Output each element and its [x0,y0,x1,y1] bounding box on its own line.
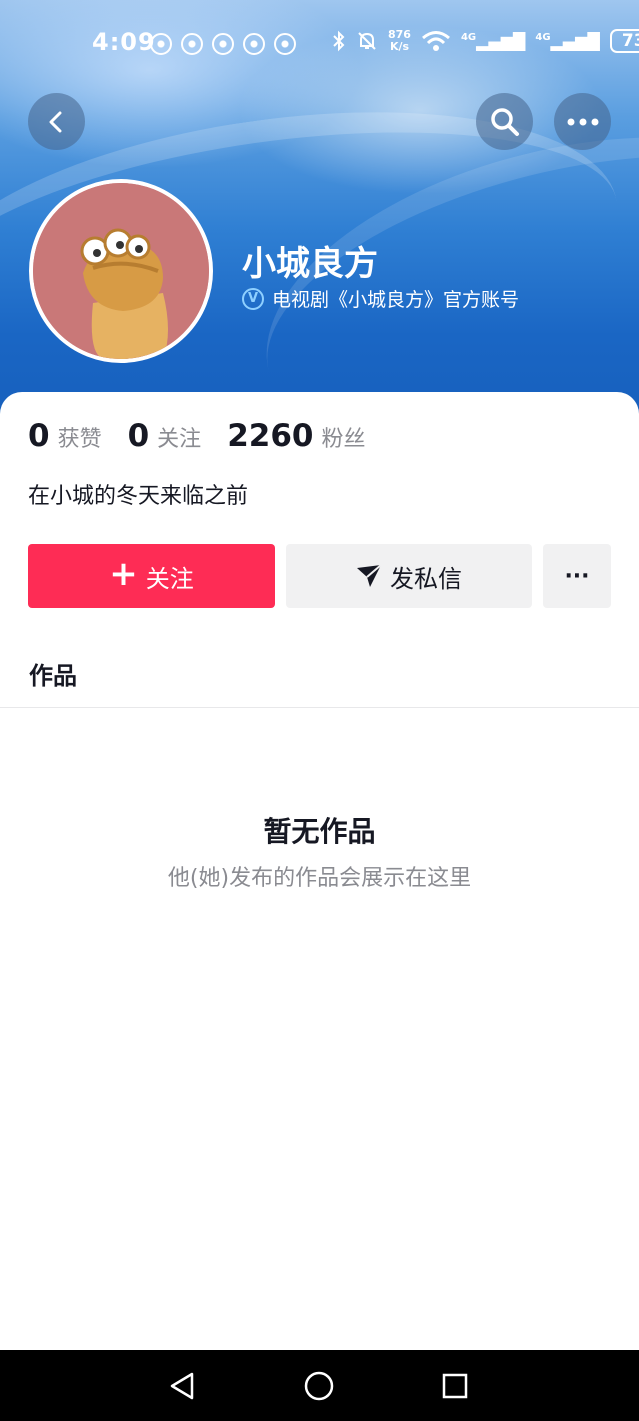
nav-back-button[interactable] [164,1368,200,1404]
net-speed: 876 K/s [388,29,411,53]
tab-works[interactable]: 作品 [29,656,77,691]
search-button[interactable] [476,93,533,150]
avatar[interactable] [29,179,213,363]
profile-bio: 在小城的冬天来临之前 [28,484,249,509]
stat-likes[interactable]: 0 获赞 [28,418,102,454]
profile-stats: 0 获赞 0 关注 2260 粉丝 [28,418,391,454]
wifi-icon [422,31,450,51]
stat-value: 2260 [227,418,314,454]
battery-indicator: 73 [609,29,639,53]
square-recents-icon [442,1373,468,1399]
notification-icons [150,33,296,55]
bluetooth-icon [333,30,345,52]
stat-followers[interactable]: 2260 粉丝 [227,418,365,454]
nav-home-button[interactable] [301,1368,337,1404]
verified-text: 电视剧《小城良方》官方账号 [272,289,520,311]
profile-name: 小城良方 [242,244,378,284]
status-time: 4:09 [92,28,156,56]
cell-signal-2: 4G▂▄▆█ [535,31,600,51]
triangle-back-icon [170,1372,194,1400]
avatar-image [33,183,209,359]
stat-label: 粉丝 [321,427,366,452]
empty-state-subtitle: 他(她)发布的作品会展示在这里 [167,866,472,891]
notification-icon [274,33,296,55]
back-button[interactable] [28,93,85,150]
follow-button[interactable]: + 关注 [28,544,275,608]
net-speed-unit: K/s [389,40,410,53]
more-button[interactable] [554,93,611,150]
verified-badge-icon: V [242,287,264,310]
empty-state-title: 暂无作品 [263,815,376,848]
stat-label: 关注 [157,427,202,452]
signal-label: 4G [535,31,551,43]
stat-value: 0 [28,418,50,454]
follow-label: 关注 [145,564,194,593]
search-icon [490,107,519,136]
notification-icon [212,33,234,55]
nav-recents-button[interactable] [437,1368,473,1404]
verification-info: V 电视剧《小城良方》官方账号 [242,285,519,312]
plus-icon: + [109,554,138,594]
system-nav-bar [0,1350,639,1421]
more-dots-icon [567,118,598,125]
circle-home-icon [304,1371,334,1401]
message-label: 发私信 [390,564,462,593]
cell-signal-1: 4G▂▄▆█ [460,31,526,51]
chevron-left-icon [49,111,61,132]
notification-icon [243,33,265,55]
notification-icon [181,33,203,55]
stat-value: 0 [127,418,150,454]
mute-bell-icon [358,32,376,50]
stat-label: 获赞 [57,427,102,452]
divider [0,707,639,708]
message-button[interactable]: 发私信 [286,544,532,608]
send-icon [357,564,382,587]
more-actions-button[interactable]: ··· [543,544,611,608]
signal-label: 4G [460,31,477,43]
stat-following[interactable]: 0 关注 [128,418,202,454]
notification-icon [150,33,172,55]
status-bar: 4:09 876 K/s 4G▂▄▆█ 4G▂▄▆█ 73 [0,26,639,62]
status-indicators: 876 K/s 4G▂▄▆█ 4G▂▄▆█ 73 [332,29,639,53]
